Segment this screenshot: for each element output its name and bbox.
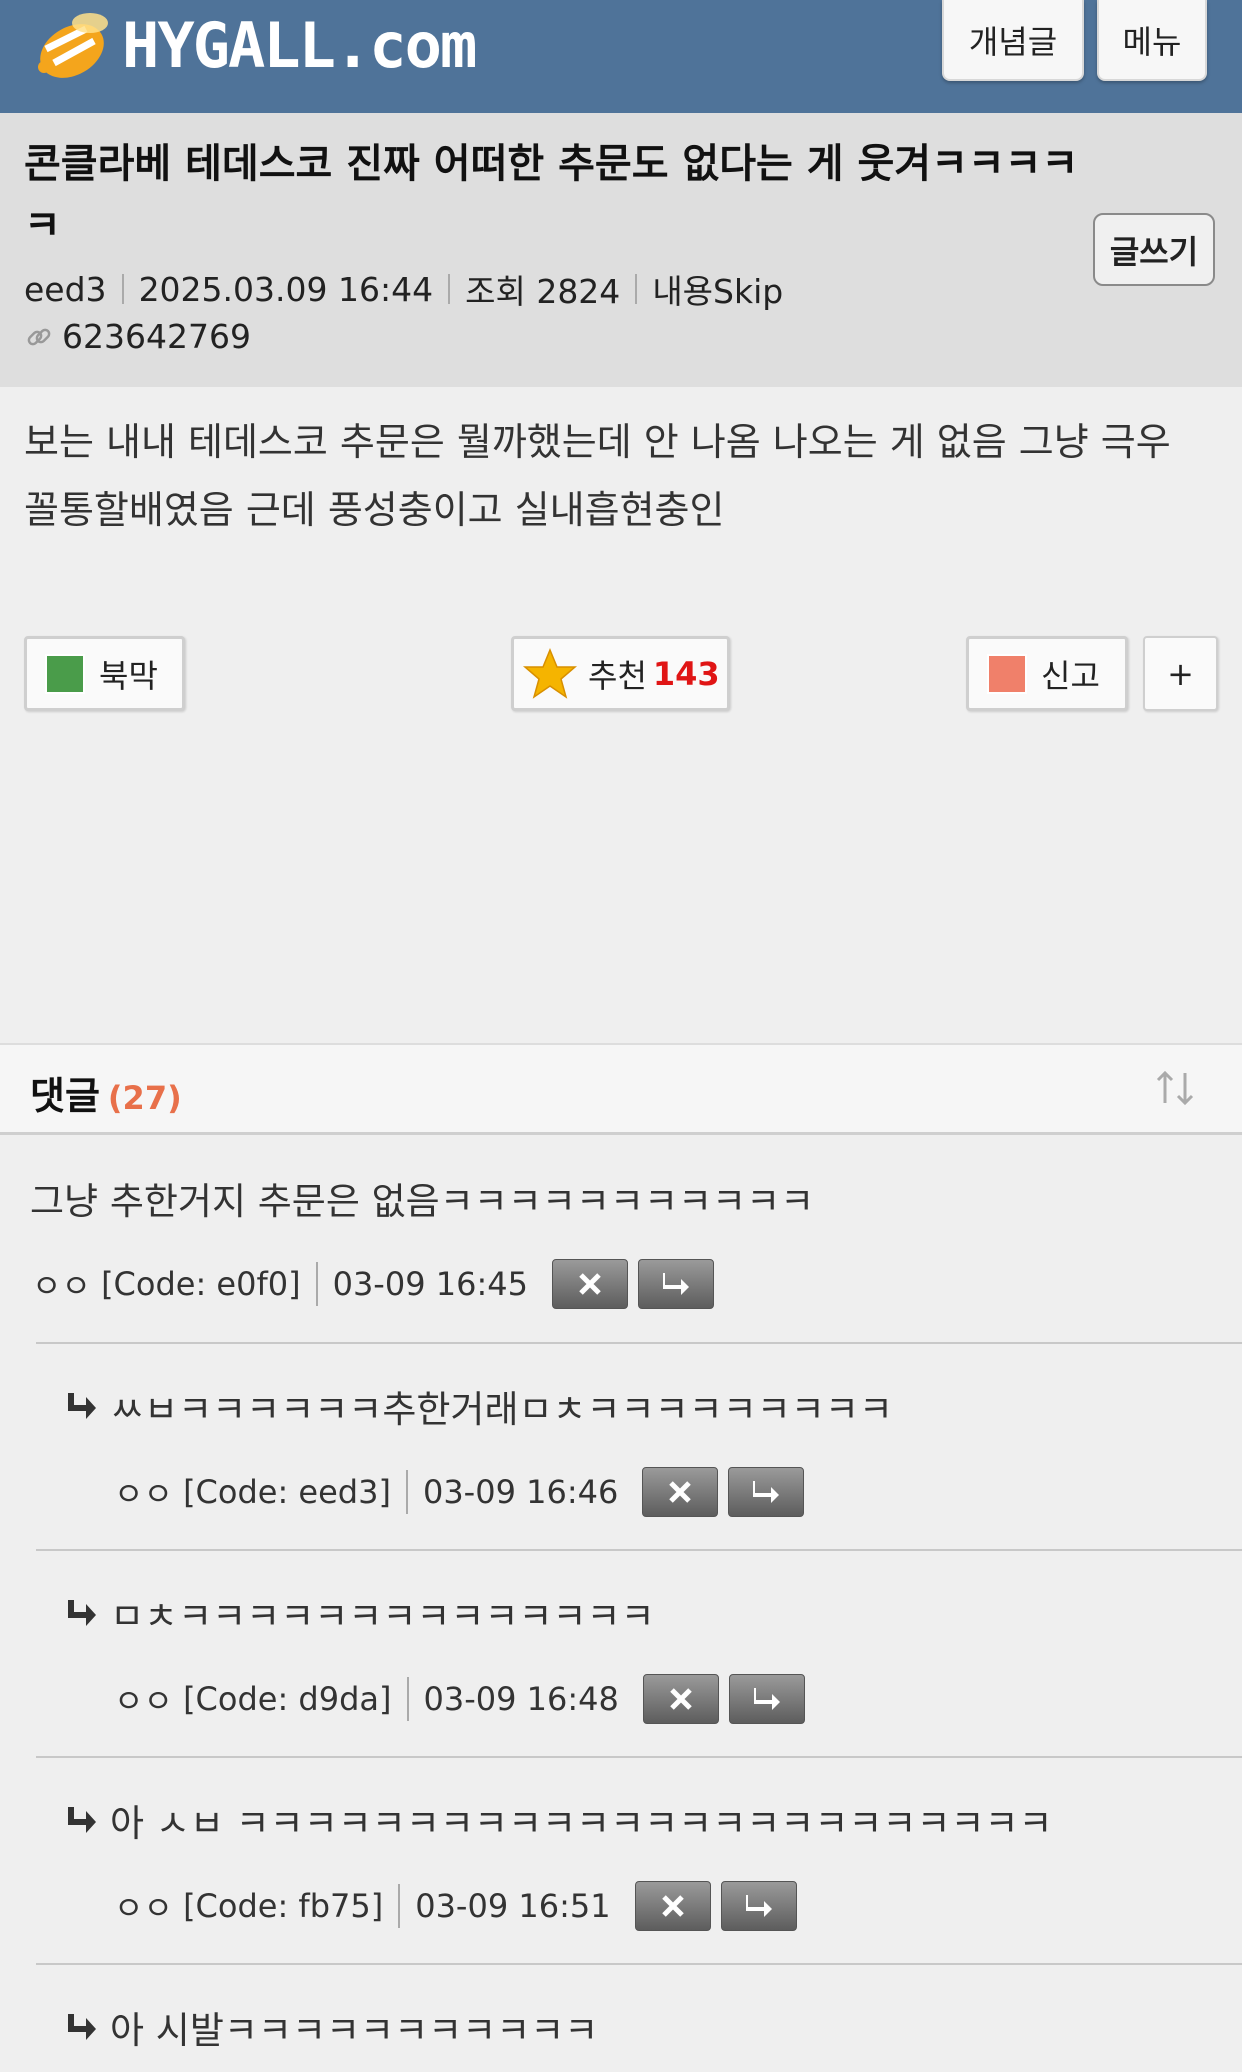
reply-indicator-icon bbox=[68, 1393, 96, 1419]
comment-code: [Code: e0f0] bbox=[101, 1265, 301, 1303]
reply-arrow-icon bbox=[745, 1895, 772, 1917]
meta-divider bbox=[315, 1262, 318, 1306]
skip-content-link[interactable]: 내용Skip bbox=[652, 265, 783, 313]
meta-divider bbox=[635, 274, 638, 304]
delete-comment-button[interactable] bbox=[642, 1467, 719, 1517]
top-bar: HYGALL.com 개념글 메뉴 bbox=[0, 0, 1242, 113]
comment-text: ㅁㅊㅋㅋㅋㅋㅋㅋㅋㅋㅋㅋㅋㅋㅋㅋ bbox=[110, 1595, 655, 1638]
logo-text: HYGALL.com bbox=[122, 8, 477, 82]
comment-code: [Code: d9da] bbox=[183, 1680, 392, 1718]
write-button[interactable]: 글쓰기 bbox=[1093, 213, 1215, 286]
close-icon bbox=[669, 1481, 692, 1503]
post-author[interactable]: eed3 bbox=[24, 270, 107, 309]
comment-text: 아 ㅅㅂ ㅋㅋㅋㅋㅋㅋㅋㅋㅋㅋㅋㅋㅋㅋㅋㅋㅋㅋㅋㅋㅋㅋㅋㅋ bbox=[110, 1802, 1053, 1845]
comment-nick: ㅇㅇ bbox=[114, 1682, 173, 1720]
recommend-count: 143 bbox=[652, 654, 720, 693]
meta-divider bbox=[405, 1470, 408, 1514]
bookmark-label: 북막 bbox=[99, 656, 158, 695]
reply-comment-button[interactable] bbox=[637, 1259, 714, 1309]
post-title: 콘클라베 테데스코 진짜 어떠한 추문도 없다는 게 웃겨ㅋㅋㅋㅋㅋ bbox=[24, 141, 1079, 249]
comments-title-text: 댓글 bbox=[30, 1074, 100, 1118]
recommend-button[interactable]: 추천 143 bbox=[511, 636, 730, 711]
comment-time: 03-09 16:46 bbox=[422, 1473, 619, 1511]
reply-comment-button[interactable] bbox=[720, 1881, 797, 1931]
reply-arrow-icon bbox=[662, 1273, 689, 1295]
bookmark-square-icon bbox=[45, 653, 85, 694]
comment-text: 그냥 추한거지 추문은 없음ㅋㅋㅋㅋㅋㅋㅋㅋㅋㅋㅋ bbox=[30, 1180, 815, 1223]
more-label: + bbox=[1167, 654, 1194, 693]
close-icon bbox=[670, 1688, 692, 1710]
site-logo[interactable]: HYGALL.com bbox=[28, 6, 477, 84]
report-label: 신고 bbox=[1041, 656, 1100, 695]
recommend-label: 추천 bbox=[588, 656, 647, 695]
comments-header: 댓글 (27) bbox=[0, 1043, 1242, 1135]
post-views: 조회 2824 bbox=[465, 272, 621, 311]
comment-divider bbox=[36, 1549, 1242, 1551]
star-icon bbox=[522, 647, 578, 699]
delete-comment-button[interactable] bbox=[634, 1881, 711, 1931]
comment-nick: ㅇㅇ bbox=[114, 1475, 173, 1513]
menu-button[interactable]: 메뉴 bbox=[1097, 0, 1207, 81]
comment-nick: ㅇㅇ bbox=[32, 1267, 91, 1305]
delete-comment-button[interactable] bbox=[551, 1259, 628, 1309]
comment-meta: ㅇㅇ [Code: eed3] 03-09 16:46 bbox=[114, 1467, 805, 1517]
sort-arrows-icon[interactable] bbox=[1150, 1063, 1200, 1113]
link-icon bbox=[27, 328, 51, 345]
meta-divider bbox=[406, 1677, 409, 1721]
close-icon bbox=[579, 1273, 601, 1295]
comment-time: 03-09 16:48 bbox=[423, 1680, 619, 1718]
comment-code: [Code: eed3] bbox=[183, 1473, 391, 1511]
reply-line: ㅆㅂㅋㅋㅋㅋㅋㅋ추한거래ㅁㅊㅋㅋㅋㅋㅋㅋㅋㅋㅋ bbox=[64, 1379, 893, 1433]
reply-line: 아 ㅅㅂ ㅋㅋㅋㅋㅋㅋㅋㅋㅋㅋㅋㅋㅋㅋㅋㅋㅋㅋㅋㅋㅋㅋㅋㅋ bbox=[64, 1793, 1053, 1847]
post-id: 623642769 bbox=[62, 317, 251, 356]
reply-line: ㅁㅊㅋㅋㅋㅋㅋㅋㅋㅋㅋㅋㅋㅋㅋㅋ bbox=[64, 1586, 655, 1640]
reply-indicator-icon bbox=[68, 1600, 96, 1626]
comment-time: 03-09 16:51 bbox=[415, 1887, 611, 1925]
meta-divider bbox=[448, 274, 451, 304]
comment-divider bbox=[36, 1963, 1242, 1965]
comment-meta: ㅇㅇ [Code: d9da] 03-09 16:48 bbox=[114, 1674, 805, 1724]
logo-bee-icon bbox=[38, 13, 108, 78]
reply-comment-button[interactable] bbox=[728, 1674, 805, 1724]
post-header: 콘클라베 테데스코 진짜 어떠한 추문도 없다는 게 웃겨ㅋㅋㅋㅋㅋ 글쓰기 e… bbox=[0, 113, 1242, 387]
comment-divider bbox=[36, 1342, 1242, 1344]
comment-meta: ㅇㅇ [Code: e0f0] 03-09 16:45 bbox=[32, 1259, 714, 1309]
comments-title: 댓글 (27) bbox=[30, 1065, 182, 1120]
comment-text: ㅆㅂㅋㅋㅋㅋㅋㅋ추한거래ㅁㅊㅋㅋㅋㅋㅋㅋㅋㅋㅋ bbox=[110, 1388, 893, 1431]
comment-nick: ㅇㅇ bbox=[114, 1889, 173, 1927]
concept-posts-button[interactable]: 개념글 bbox=[942, 0, 1084, 81]
comment-code: [Code: fb75] bbox=[183, 1887, 384, 1925]
comment-text: 아 시발ㅋㅋㅋㅋㅋㅋㅋㅋㅋㅋㅋ bbox=[110, 2009, 599, 2052]
comments-count: (27) bbox=[107, 1079, 182, 1117]
report-square-icon bbox=[987, 653, 1027, 694]
post-datetime: 2025.03.09 16:44 bbox=[138, 269, 434, 309]
reply-arrow-icon bbox=[753, 1688, 780, 1710]
post-meta: eed3 2025.03.09 16:44 조회 2824 내용Skip bbox=[24, 265, 783, 313]
post-body: 보는 내내 테데스코 추문은 뭘까했는데 안 나옴 나오는 게 없음 그냥 극우… bbox=[24, 420, 1171, 532]
comment-meta: ㅇㅇ [Code: fb75] 03-09 16:51 bbox=[114, 1881, 797, 1931]
reply-indicator-icon bbox=[68, 1807, 96, 1833]
bookmark-button[interactable]: 북막 bbox=[24, 636, 185, 711]
more-button[interactable]: + bbox=[1143, 636, 1218, 711]
reply-arrow-icon bbox=[753, 1481, 780, 1503]
meta-divider bbox=[121, 274, 124, 304]
report-button[interactable]: 신고 bbox=[966, 636, 1128, 711]
comment-time: 03-09 16:45 bbox=[332, 1265, 528, 1303]
reply-comment-button[interactable] bbox=[728, 1467, 805, 1517]
delete-comment-button[interactable] bbox=[642, 1674, 719, 1724]
close-icon bbox=[661, 1895, 684, 1917]
reply-indicator-icon bbox=[68, 2014, 96, 2040]
post-link[interactable]: 623642769 bbox=[24, 317, 251, 356]
comment-divider bbox=[36, 1756, 1242, 1758]
meta-divider bbox=[398, 1884, 401, 1928]
reply-line: 아 시발ㅋㅋㅋㅋㅋㅋㅋㅋㅋㅋㅋ bbox=[64, 2000, 598, 2054]
